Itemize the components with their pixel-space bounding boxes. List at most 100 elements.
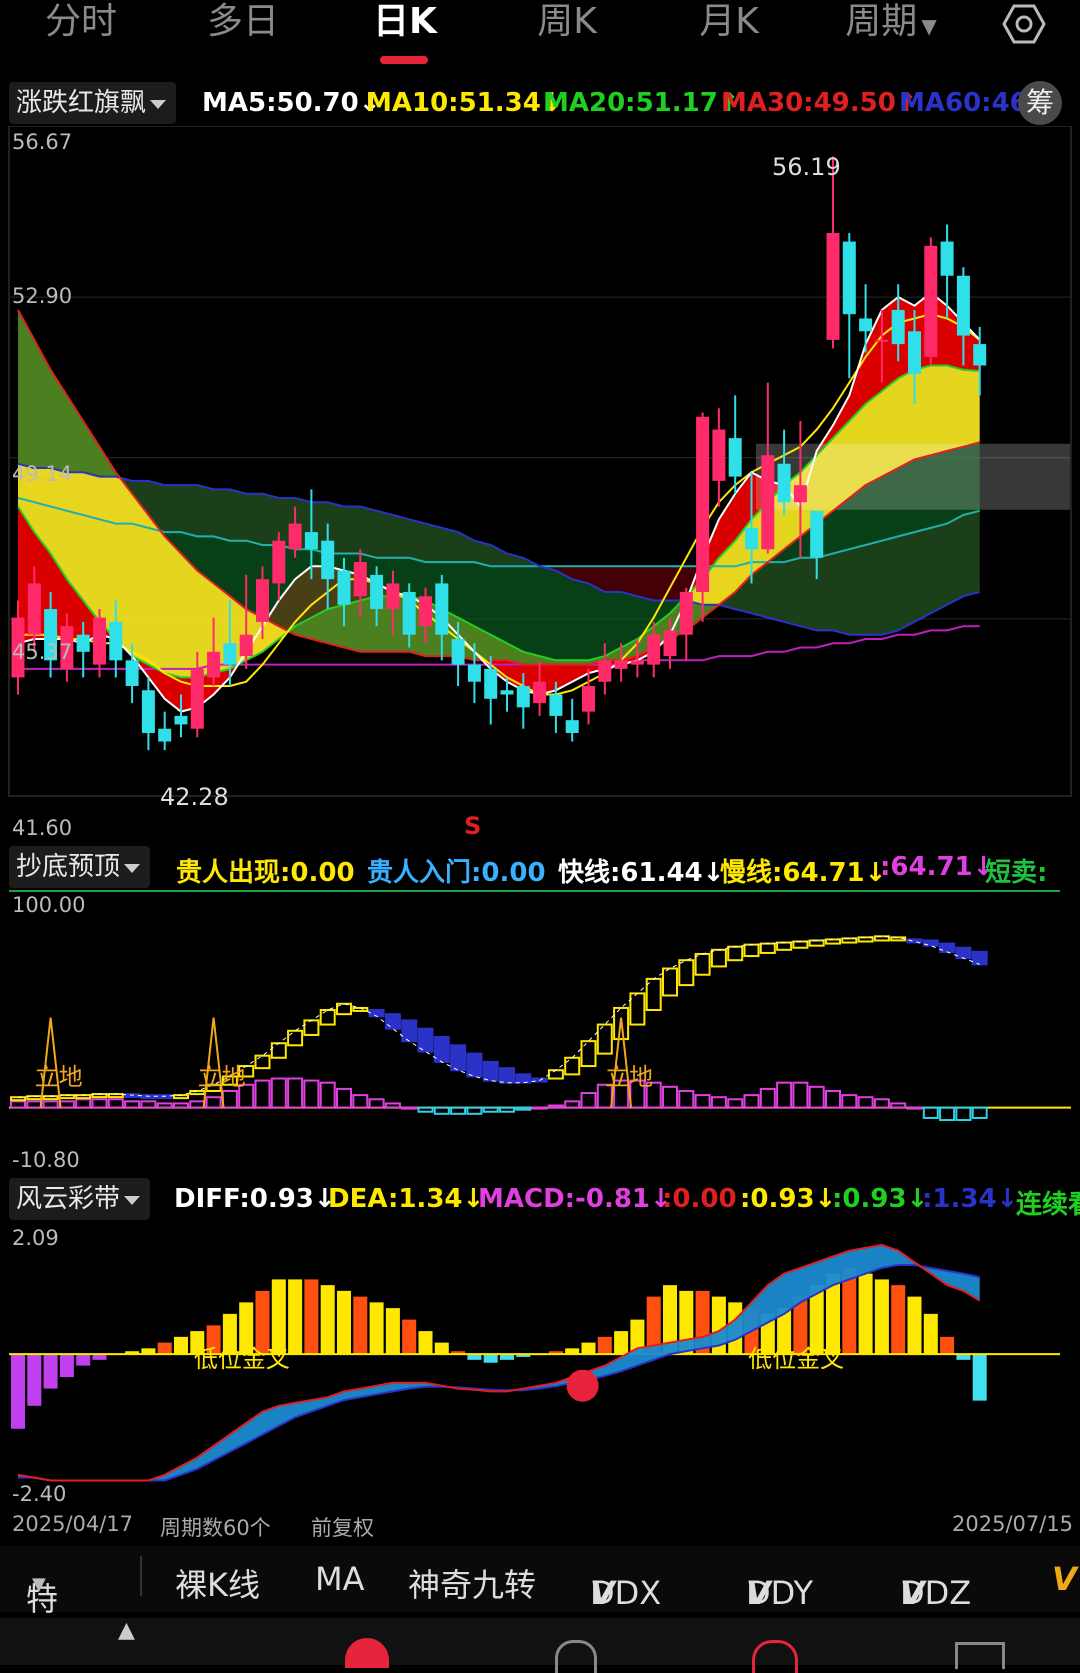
macd-bar (483, 1354, 498, 1363)
tab-monthly-k[interactable]: 月K (648, 0, 810, 44)
candle-body (158, 728, 172, 742)
tab-period-dropdown[interactable]: 周期 ▼ (810, 0, 972, 48)
macd-bar (614, 1331, 629, 1355)
macd-bar (418, 1331, 433, 1355)
sub1-bar (433, 1106, 450, 1115)
sub1-bar (417, 1106, 434, 1113)
market-icon[interactable] (555, 1640, 597, 1673)
sub2-legend-3: :0.00 (662, 1184, 737, 1214)
sub2-indicator-dropdown[interactable]: 风云彩带 (9, 1178, 151, 1220)
sub1-bar (499, 1106, 515, 1113)
candle-body (484, 668, 498, 699)
tab-period-label: 周期 (845, 1, 918, 42)
tab-fenshi[interactable]: 分时 (0, 0, 162, 44)
toolbar-magic-nine[interactable]: 神奇九转 (408, 1560, 536, 1606)
chevron-down-icon: ▼ (921, 14, 937, 38)
legend-ma10: MA10:51.34↓ (366, 88, 563, 118)
main-indicator-dropdown[interactable]: 涨跌红旗飘 (9, 82, 177, 124)
macd-bar (271, 1279, 286, 1355)
macd-bar (174, 1336, 188, 1355)
main-axis-4: 45.37 (12, 640, 73, 664)
sub2-axis-top: 2.09 (12, 1226, 59, 1250)
sub1-band-box (254, 1054, 271, 1070)
adjust-mode[interactable]: 前复权 (311, 1512, 374, 1542)
sub1-bar (939, 1106, 956, 1122)
candle-body (272, 540, 286, 584)
candle-body (304, 532, 318, 550)
sub1-bar (205, 1096, 222, 1109)
up-arrow-icon[interactable]: ▲ (118, 1618, 135, 1643)
trade-icon[interactable] (752, 1640, 798, 1673)
sub1-legend-3: 慢线:64.71↓ (720, 858, 887, 888)
sub1-band-box (792, 940, 809, 949)
indicator-toolbar: 特色▼ 裸K线 MA 神奇九转 VDDX VDDY VDDZ V (0, 1546, 1080, 1664)
candle-body (647, 634, 661, 665)
sub1-bar (319, 1081, 336, 1109)
candle-body (842, 241, 856, 315)
toolbar-naked-k[interactable]: 裸K线 (175, 1560, 260, 1606)
candle-body (549, 694, 563, 716)
sub1-band-box (629, 992, 646, 1026)
candle-body (940, 241, 954, 276)
settings-gear-icon[interactable] (1000, 2, 1048, 46)
sub1-band-box (776, 941, 793, 951)
tab-duori[interactable]: 多日 (162, 0, 324, 44)
candle-body (223, 643, 237, 665)
home-icon[interactable] (345, 1638, 389, 1668)
sub1-bar (368, 1098, 385, 1109)
toolbar-ddz-label: DDZ (900, 1574, 972, 1612)
candle-body (875, 339, 889, 342)
sub1-legend-5: 短卖: (985, 858, 1048, 888)
sub1-mark-label: 立地 (198, 1064, 246, 1091)
sub1-legend-1: 贵人入门:0.00 (367, 858, 546, 888)
candle-body (288, 523, 302, 550)
sub1-band-box (955, 946, 972, 960)
candle-body (679, 591, 693, 635)
sub1-band-box (743, 943, 760, 958)
sub1-band-box (10, 1096, 26, 1102)
sub1-legend: 抄底预顶 贵人出现:0.00 贵人入门:0.00 快线:61.44↓ 慢线:64… (0, 844, 1080, 890)
sub1-band-box (319, 1009, 336, 1026)
sub1-bar (91, 1098, 108, 1109)
candle-body (696, 416, 710, 592)
sub1-bar (26, 1100, 43, 1109)
sub1-bar (270, 1077, 287, 1109)
sub1-indicator-chart[interactable]: 立地 立地 立地 (0, 890, 1080, 1166)
sub1-band-box (694, 952, 711, 976)
sub1-bar (710, 1096, 727, 1109)
main-candlestick-chart[interactable] (0, 126, 1080, 832)
sub1-bar (482, 1106, 499, 1113)
sub1-band-box (857, 936, 874, 943)
sub1-band-box (515, 1073, 532, 1084)
sub1-band-box (596, 1023, 613, 1055)
macd-bar (353, 1296, 368, 1355)
candle-body (239, 634, 253, 657)
candle-body (76, 634, 90, 652)
candle-body (190, 668, 204, 729)
candle-body (125, 660, 139, 686)
tab-weekly-k[interactable]: 周K (486, 0, 648, 44)
main-legend: 涨跌红旗飘 MA5:50.70↓ MA10:51.34↓ MA20:51.17↑… (0, 80, 1080, 126)
tab-daily-k[interactable]: 日K (324, 0, 486, 44)
sub1-band-box (384, 1013, 401, 1030)
candle-body (924, 245, 938, 357)
candle-body (386, 583, 400, 610)
macd-bar (874, 1279, 889, 1355)
sub1-bar (662, 1085, 678, 1109)
sub1-indicator-dropdown[interactable]: 抄底预顶 (9, 846, 151, 888)
candle-body (207, 651, 221, 678)
candle-body (533, 681, 547, 704)
sub1-bar (173, 1102, 189, 1109)
sub2-legend-4: :0.93↓ (740, 1184, 837, 1214)
sub1-bar (922, 1106, 939, 1119)
candle-body (256, 579, 269, 622)
sub1-bar (303, 1079, 320, 1109)
sub2-macd-chart[interactable]: 低位金叉 低位金叉 (0, 1222, 1080, 1510)
sub1-band-box (841, 937, 858, 944)
candle-body (419, 596, 432, 627)
golden-cross-dot (566, 1369, 599, 1402)
macd-bar (972, 1354, 987, 1401)
chip-distribution-button[interactable]: 筹 (1018, 81, 1062, 125)
toolbar-more-v[interactable]: V (1052, 1560, 1077, 1598)
toolbar-ma[interactable]: MA (315, 1560, 365, 1598)
